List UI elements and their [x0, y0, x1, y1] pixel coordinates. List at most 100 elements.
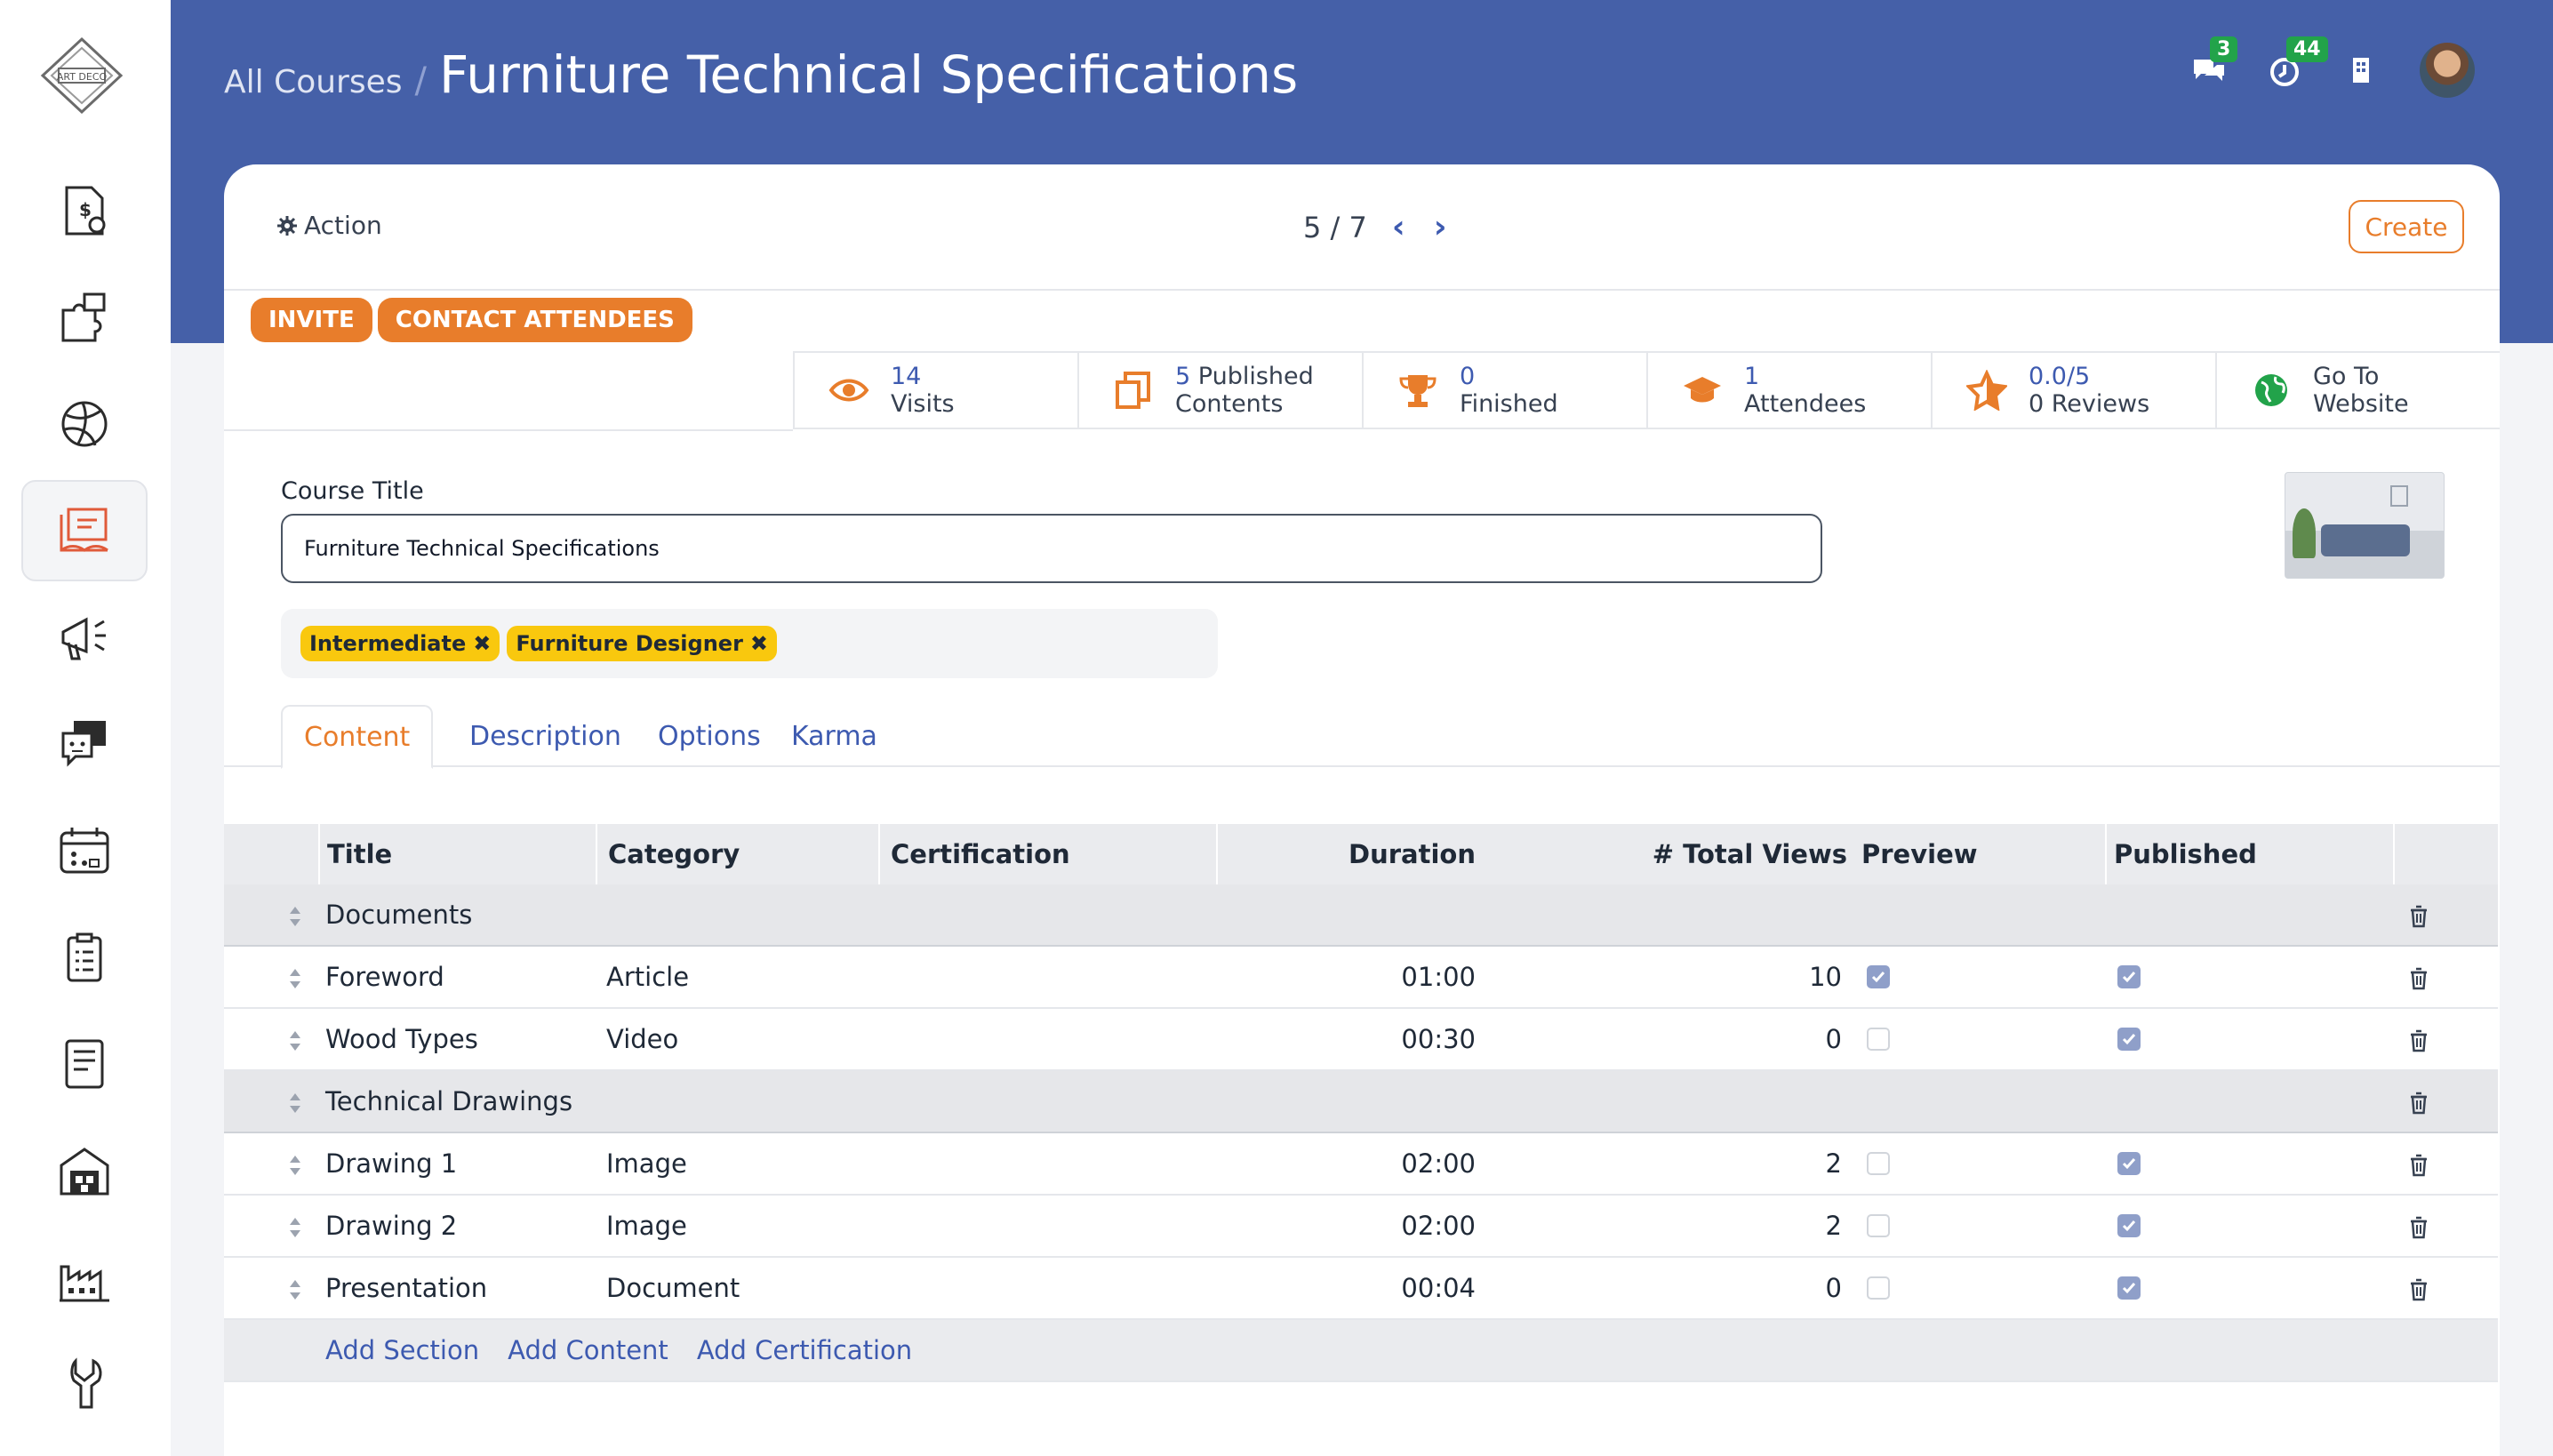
delete-icon[interactable] [2407, 1091, 2430, 1116]
sidebar-item-website[interactable] [21, 373, 148, 475]
breadcrumb-all-courses-link[interactable]: All Courses [224, 64, 403, 100]
visits-smart-button[interactable]: 14 Visits [793, 353, 1077, 428]
drag-handle-icon[interactable] [288, 1153, 302, 1176]
table-row[interactable]: Drawing 2 Image 02:00 2 [224, 1196, 2498, 1258]
preview-checkbox[interactable] [1867, 1276, 1890, 1300]
header-title[interactable]: Title [318, 824, 596, 884]
messages-button[interactable]: 3 [2190, 36, 2238, 88]
content-total-views: 2 [1825, 1211, 1842, 1241]
section-row[interactable]: Technical Drawings [224, 1071, 2498, 1133]
pager-value[interactable]: 5 / 7 [1303, 211, 1367, 244]
preview-checkbox[interactable] [1867, 1028, 1890, 1051]
breadcrumb-separator: / [414, 60, 427, 101]
breadcrumb: All Courses / Furniture Technical Specif… [224, 44, 1298, 105]
remove-tag-icon[interactable]: ✖ [473, 631, 491, 656]
company-logo[interactable]: ART DECO [36, 36, 128, 116]
tab-content[interactable]: Content [281, 705, 434, 769]
sidebar-item-project[interactable] [21, 907, 148, 1008]
drag-handle-icon[interactable] [288, 1215, 302, 1238]
drag-handle-icon[interactable] [288, 1028, 302, 1052]
invite-button[interactable]: INVITE [251, 298, 372, 342]
sidebar-item-manufacturing[interactable] [21, 1227, 148, 1328]
remove-tag-icon[interactable]: ✖ [750, 631, 768, 656]
course-image[interactable] [2285, 472, 2445, 579]
published-checkbox[interactable] [2117, 1152, 2141, 1175]
published-cell [2117, 947, 2141, 1007]
sidebar-item-settings[interactable] [21, 1333, 148, 1435]
tab-options[interactable]: Options [636, 705, 782, 767]
header-duration[interactable]: Duration [1216, 824, 1483, 884]
content-duration: 02:00 [1401, 1211, 1476, 1241]
contact-attendees-button[interactable]: CONTACT ATTENDEES [377, 298, 692, 342]
sidebar-item-inventory[interactable] [21, 1120, 148, 1221]
delete-icon[interactable] [2407, 1277, 2430, 1302]
header-certification[interactable]: Certification [878, 824, 1216, 884]
pager-next-icon[interactable]: › [1434, 209, 1447, 245]
table-row[interactable]: Drawing 1 Image 02:00 2 [224, 1133, 2498, 1196]
header-category[interactable]: Category [596, 824, 878, 884]
add-certification-link[interactable]: Add Certification [697, 1335, 912, 1365]
section-row[interactable]: Documents [224, 884, 2498, 947]
pager-previous-icon[interactable]: ‹ [1392, 209, 1405, 245]
preview-checkbox[interactable] [1867, 1152, 1890, 1175]
content-title: Drawing 1 [325, 1148, 458, 1179]
sidebar-item-documents[interactable] [21, 1013, 148, 1115]
tab-description[interactable]: Description [448, 705, 643, 767]
sidebar-item-helpdesk[interactable] [21, 693, 148, 795]
delete-icon[interactable] [2407, 904, 2430, 929]
content-table: Title Category Certification Duration # … [224, 824, 2498, 1382]
create-button[interactable]: Create [2349, 200, 2464, 253]
preview-cell [1867, 1258, 1890, 1318]
preview-checkbox[interactable] [1867, 965, 1890, 988]
reviews-label: 0 Reviews [2029, 390, 2150, 418]
drag-handle-icon[interactable] [288, 904, 302, 927]
tab-karma[interactable]: Karma [770, 705, 899, 767]
published-checkbox[interactable] [2117, 1214, 2141, 1237]
sidebar-item-calendar[interactable] [21, 800, 148, 901]
content-category: Document [606, 1273, 740, 1303]
header-published[interactable]: Published [2105, 824, 2393, 884]
delete-icon[interactable] [2407, 966, 2430, 991]
finished-smart-button[interactable]: 0 Finished [1362, 353, 1646, 428]
table-row[interactable]: Presentation Document 00:04 0 [224, 1258, 2498, 1320]
preview-checkbox[interactable] [1867, 1214, 1890, 1237]
activities-button[interactable]: 44 [2267, 36, 2328, 88]
drag-handle-icon[interactable] [288, 1091, 302, 1114]
content-category: Image [606, 1211, 687, 1241]
graduation-cap-icon [1684, 377, 1721, 403]
delete-icon[interactable] [2407, 1028, 2430, 1053]
action-menu-button[interactable]: Action [276, 211, 382, 240]
preview-cell [1867, 1196, 1890, 1256]
published-checkbox[interactable] [2117, 1028, 2141, 1051]
sidebar-item-marketing[interactable] [21, 587, 148, 688]
header-total-views[interactable]: # Total Views [1483, 824, 1854, 884]
table-row[interactable]: Foreword Article 01:00 10 [224, 947, 2498, 1009]
published-contents-smart-button[interactable]: 5 Published Contents [1077, 353, 1362, 428]
tag-label: Intermediate [309, 631, 467, 656]
table-row[interactable]: Wood Types Video 00:30 0 [224, 1009, 2498, 1071]
megaphone-icon [61, 617, 106, 660]
drag-handle-icon[interactable] [288, 1277, 302, 1300]
sidebar-item-apps[interactable] [21, 267, 148, 368]
user-avatar[interactable] [2420, 43, 2475, 98]
company-switcher-button[interactable] [2343, 52, 2379, 88]
attendees-smart-button[interactable]: 1 Attendees [1646, 353, 1931, 428]
delete-icon[interactable] [2407, 1153, 2430, 1178]
building-icon [2353, 58, 2369, 83]
drag-handle-icon[interactable] [288, 966, 302, 989]
activities-count-badge: 44 [2286, 36, 2328, 62]
add-section-link[interactable]: Add Section [325, 1335, 479, 1365]
content-title: Wood Types [325, 1024, 478, 1054]
sidebar-item-invoicing[interactable]: $ [21, 160, 148, 261]
delete-icon[interactable] [2407, 1215, 2430, 1240]
published-checkbox[interactable] [2117, 1276, 2141, 1300]
go-to-website-smart-button[interactable]: Go To Website [2215, 353, 2500, 428]
add-content-link[interactable]: Add Content [508, 1335, 668, 1365]
published-checkbox[interactable] [2117, 965, 2141, 988]
sidebar-item-elearning[interactable] [21, 480, 148, 581]
reviews-smart-button[interactable]: 0.0/5 0 Reviews [1931, 353, 2215, 428]
content-duration: 00:30 [1401, 1024, 1476, 1054]
tags-field[interactable]: Intermediate ✖ Furniture Designer ✖ [281, 609, 1218, 678]
course-title-input[interactable]: Furniture Technical Specifications [281, 514, 1822, 583]
header-preview[interactable]: Preview [1854, 824, 2105, 884]
